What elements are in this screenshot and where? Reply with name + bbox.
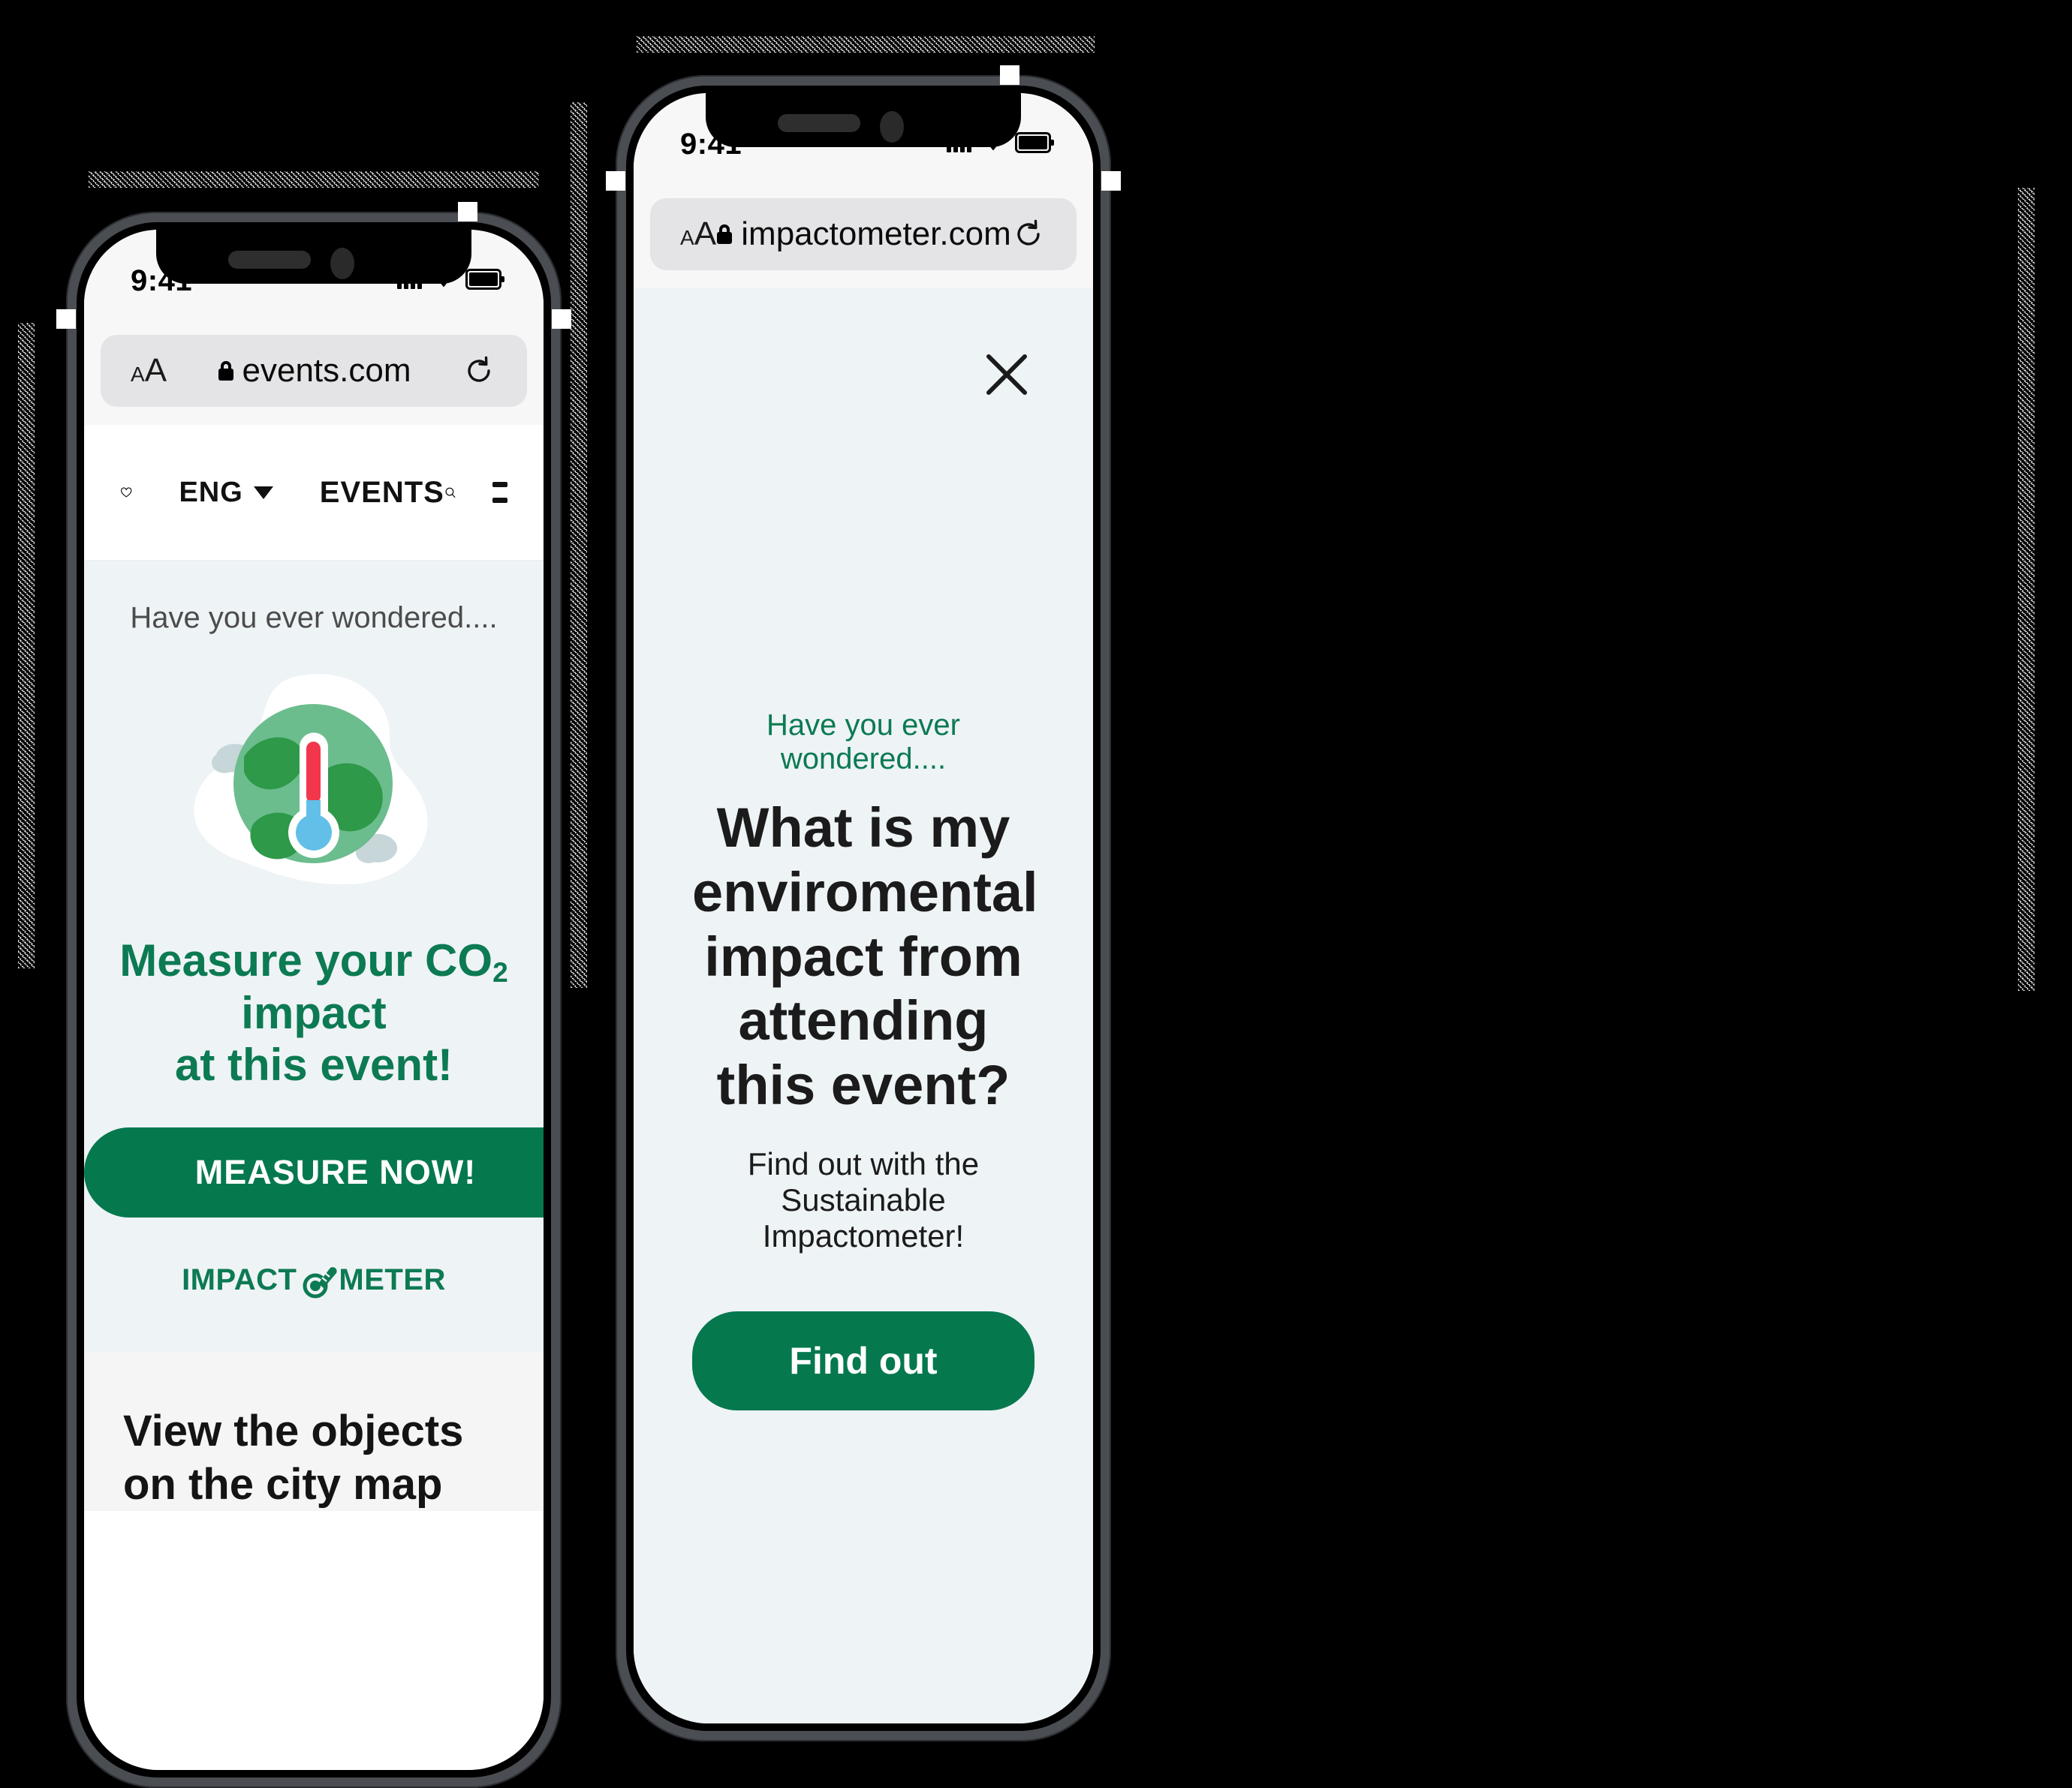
battery-full-icon [1015, 132, 1054, 153]
text-size-button-right[interactable]: AA [680, 218, 716, 251]
reload-icon[interactable] [1013, 219, 1044, 249]
phone-right: 9:41 AA impactometer.com Have you ever w… [606, 65, 1121, 1741]
grain-texture-top-right [637, 36, 1095, 53]
measure-now-button[interactable]: MEASURE NOW! [84, 1127, 544, 1218]
grain-texture-right [2018, 188, 2034, 991]
hero-heading-line2: at this event! [174, 1040, 453, 1091]
resize-handle-right-bottom[interactable] [1101, 171, 1121, 191]
hamburger-menu-icon[interactable] [492, 482, 507, 503]
phone-left: 9:41 AA events.com ENG EVENTS Have you e… [56, 202, 571, 1788]
impactometer-logo-text: IMPACT METER [182, 1261, 446, 1300]
impactometer-logo: IMPACT METER [84, 1261, 544, 1300]
address-bar-right[interactable]: AA impactometer.com [650, 198, 1077, 270]
earth-thermometer-illustration [194, 673, 428, 885]
modal-subtitle: Find out with the Sustainable Impactomet… [747, 1146, 980, 1254]
earpiece-speaker [228, 251, 311, 269]
heart-icon[interactable] [120, 474, 132, 511]
front-camera [880, 111, 904, 143]
url-text-right: impactometer.com [741, 215, 1011, 252]
browser-bar-left: AA events.com [84, 335, 544, 425]
logo-text-post: METER [339, 1263, 446, 1297]
hero-heading: Measure your CO2 impact at this event! [84, 935, 544, 1091]
close-icon[interactable] [979, 347, 1034, 402]
status-time: 9:41 [131, 264, 193, 297]
resize-handle-left-mid[interactable] [458, 202, 477, 221]
site-navbar: ENG EVENTS [84, 425, 544, 561]
reload-icon[interactable] [464, 356, 494, 386]
hero-section: Have you ever wondered.... Measure your … [84, 561, 544, 1353]
impactometer-modal: Have you ever wondered.... What is my en… [634, 288, 1093, 1723]
url-display-right: impactometer.com [715, 215, 1011, 253]
earpiece-speaker [778, 114, 860, 132]
resize-handle-left-bottom[interactable] [552, 309, 571, 329]
browser-bar-right: AA impactometer.com [634, 198, 1093, 288]
search-icon[interactable] [444, 474, 456, 510]
modal-body: Have you ever wondered.... What is my en… [692, 288, 1038, 1411]
grain-texture-middle [571, 102, 587, 988]
below-fold-section: View the objects on the city map [84, 1352, 544, 1512]
phone-left-screen: 9:41 AA events.com ENG EVENTS Have you e… [84, 230, 544, 1770]
cellular-bars-icon [947, 133, 971, 152]
phone-right-screen: 9:41 AA impactometer.com Have you ever w… [634, 93, 1093, 1723]
grain-texture-left [18, 323, 35, 968]
language-label: ENG [179, 476, 243, 508]
status-icons [947, 132, 1054, 153]
wifi-icon [432, 272, 455, 287]
hero-heading-line1: Measure your CO2 impact [119, 935, 508, 1038]
hero-kicker: Have you ever wondered.... [130, 601, 498, 634]
grain-texture-top-left [89, 171, 539, 188]
resize-handle-right-top[interactable] [606, 171, 625, 191]
wifi-icon [982, 135, 1004, 151]
address-bar-left[interactable]: AA events.com [101, 335, 527, 407]
battery-full-icon [465, 269, 504, 290]
status-icons [397, 269, 504, 290]
language-selector[interactable]: ENG [179, 477, 273, 509]
modal-kicker: Have you ever wondered.... [766, 709, 960, 775]
thermometer-icon [303, 1266, 337, 1299]
status-time: 9:41 [680, 128, 742, 161]
phone-left-bezel: 9:41 AA events.com ENG EVENTS Have you e… [77, 222, 551, 1777]
lock-icon [217, 361, 233, 381]
resize-handle-right-mid[interactable] [1000, 65, 1019, 85]
below-fold-heading: View the objects on the city map [123, 1406, 464, 1509]
url-display-left: events.com [217, 352, 411, 390]
url-text-left: events.com [242, 352, 411, 389]
status-bar-right: 9:41 [634, 93, 1093, 198]
modal-title: What is my enviromental impact from atte… [692, 796, 1038, 1117]
page-content-left: ENG EVENTS Have you ever wondered.... Me… [84, 425, 544, 1770]
chevron-down-icon [253, 486, 273, 499]
resize-handle-left-top[interactable] [56, 309, 76, 329]
logo-text-pre: IMPACT [182, 1263, 297, 1297]
find-out-button[interactable]: Find out [692, 1311, 1034, 1411]
status-bar-left: 9:41 [84, 230, 544, 335]
phone-right-bezel: 9:41 AA impactometer.com Have you ever w… [626, 86, 1101, 1731]
cellular-bars-icon [397, 269, 422, 289]
front-camera [330, 248, 354, 279]
lock-icon [715, 224, 733, 244]
text-size-button-left[interactable]: AA [131, 354, 167, 387]
site-title: EVENTS [319, 475, 444, 509]
